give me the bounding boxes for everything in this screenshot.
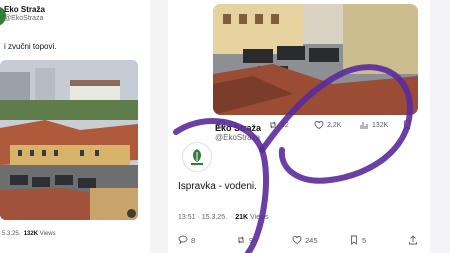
hand-drawn-circle-annotation bbox=[173, 64, 414, 253]
